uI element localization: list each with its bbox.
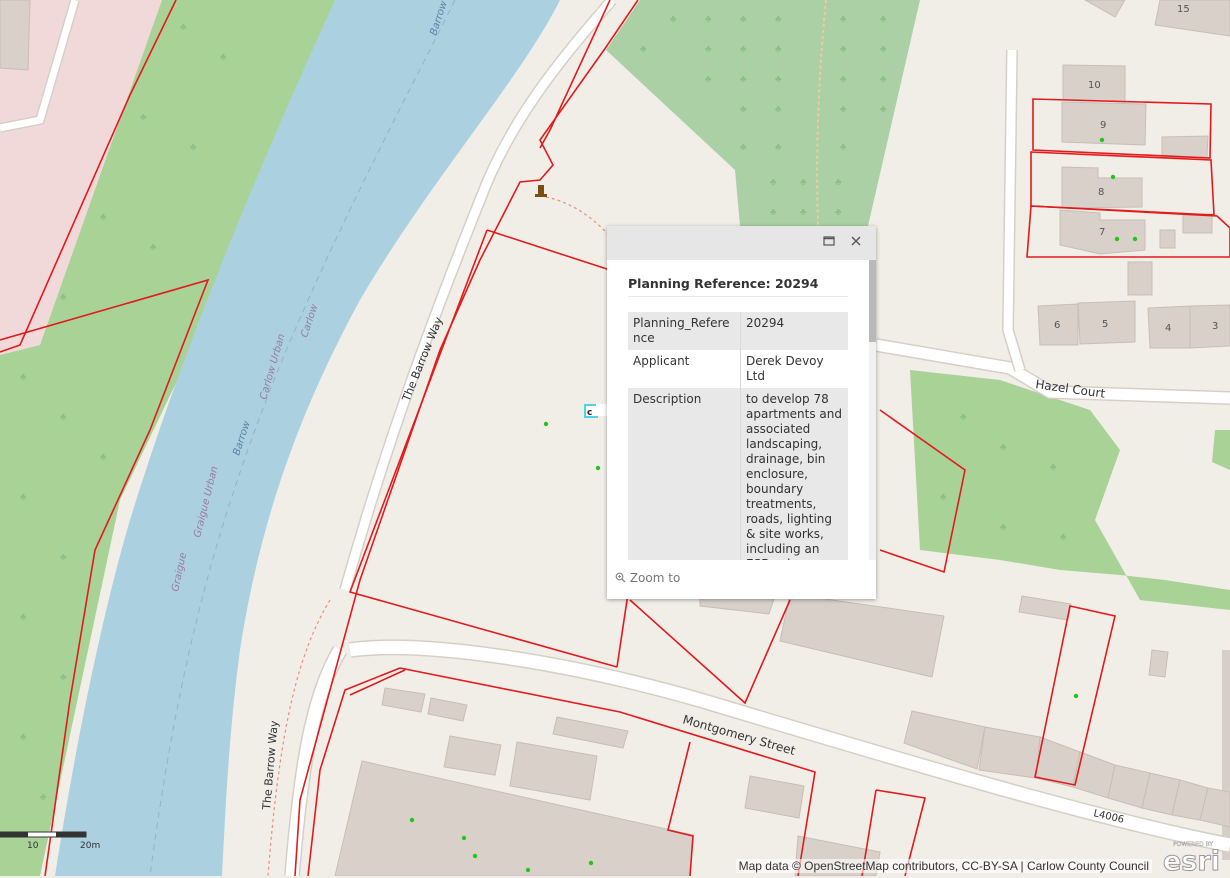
svg-text:♣: ♣ (880, 14, 887, 25)
svg-text:♣: ♣ (840, 74, 847, 85)
svg-text:♣: ♣ (40, 792, 47, 803)
svg-text:♣: ♣ (775, 104, 782, 115)
svg-text:♣: ♣ (840, 44, 847, 55)
popup-pointer (596, 404, 607, 416)
svg-text:♣: ♣ (960, 412, 967, 423)
svg-text:♣: ♣ (180, 22, 187, 33)
popup-footer: Zoom to (607, 561, 876, 599)
svg-text:♣: ♣ (670, 14, 677, 25)
svg-text:♣: ♣ (1060, 532, 1067, 543)
house-number-5: 5 (1102, 319, 1108, 330)
svg-text:♣: ♣ (150, 242, 157, 253)
esri-brand: esri (1163, 846, 1220, 873)
svg-text:♣: ♣ (940, 492, 947, 503)
svg-text:♣: ♣ (740, 14, 747, 25)
svg-text:♣: ♣ (20, 492, 27, 503)
attribute-row: Applicant Derek Devoy Ltd (628, 350, 848, 388)
svg-text:♣: ♣ (20, 732, 27, 743)
svg-text:♣: ♣ (880, 74, 887, 85)
maximize-icon[interactable] (821, 235, 837, 251)
svg-text:♣: ♣ (20, 372, 27, 383)
svg-text:♣: ♣ (60, 552, 67, 563)
svg-text:♣: ♣ (880, 44, 887, 55)
house-number-9: 9 (1100, 120, 1106, 131)
popup-scrollbar[interactable] (869, 260, 876, 560)
svg-text:♣: ♣ (100, 452, 107, 463)
svg-text:♣: ♣ (1000, 442, 1007, 453)
popup-title: Planning Reference: 20294 (628, 276, 819, 291)
popup-divider (628, 296, 848, 297)
svg-text:♣: ♣ (800, 177, 807, 188)
svg-text:♣: ♣ (20, 612, 27, 623)
svg-text:♣: ♣ (770, 207, 777, 218)
scale-label-20m: 20m (80, 841, 100, 851)
svg-text:♣: ♣ (800, 207, 807, 218)
svg-text:♣: ♣ (840, 142, 847, 153)
house-number-3: 3 (1212, 321, 1218, 332)
attribute-value: 20294 (740, 312, 848, 350)
svg-text:♣: ♣ (705, 74, 712, 85)
map-attribution: Map data © OpenStreetMap contributors, C… (735, 859, 1152, 873)
attribute-value: to develop 78 apartments and associated … (740, 388, 848, 560)
svg-text:♣: ♣ (1050, 462, 1057, 473)
popup-header (607, 226, 876, 260)
svg-text:c: c (587, 408, 592, 418)
svg-text:♣: ♣ (740, 74, 747, 85)
svg-text:♣: ♣ (740, 104, 747, 115)
zoom-to-label: Zoom to (629, 571, 681, 585)
close-icon[interactable] (848, 235, 864, 251)
svg-text:♣: ♣ (740, 44, 747, 55)
svg-text:♣: ♣ (190, 142, 197, 153)
house-number-4: 4 (1165, 323, 1171, 334)
svg-text:♣: ♣ (835, 207, 842, 218)
house-number-7: 7 (1099, 227, 1105, 238)
svg-text:♣: ♣ (840, 14, 847, 25)
house-number-10: 10 (1088, 80, 1101, 91)
popup-scroll-thumb[interactable] (869, 260, 876, 342)
svg-text:♣: ♣ (140, 112, 147, 123)
svg-text:♣: ♣ (775, 44, 782, 55)
svg-text:♣: ♣ (220, 52, 227, 63)
attribute-table: Planning_Reference 20294 Applicant Derek… (628, 312, 848, 560)
svg-text:♣: ♣ (775, 142, 782, 153)
svg-text:♣: ♣ (705, 44, 712, 55)
svg-text:♣: ♣ (770, 177, 777, 188)
house-number-6: 6 (1054, 320, 1060, 331)
svg-text:♣: ♣ (835, 177, 842, 188)
svg-text:♣: ♣ (840, 104, 847, 115)
attribute-row: Planning_Reference 20294 (628, 312, 848, 350)
svg-text:♣: ♣ (60, 412, 67, 423)
attribute-row: Description to develop 78 apartments and… (628, 388, 848, 560)
svg-text:♣: ♣ (775, 74, 782, 85)
svg-text:♣: ♣ (740, 142, 747, 153)
svg-text:♣: ♣ (1000, 522, 1007, 533)
scale-label-10: 10 (27, 841, 39, 851)
svg-text:♣: ♣ (880, 104, 887, 115)
house-number-15: 15 (1177, 4, 1190, 15)
svg-text:♣: ♣ (60, 672, 67, 683)
popup-content[interactable]: Planning Reference: 20294 Planning_Refer… (607, 260, 876, 560)
house-number-8: 8 (1098, 187, 1104, 198)
attribute-value: Derek Devoy Ltd (740, 350, 848, 388)
svg-text:♣: ♣ (100, 212, 107, 223)
zoom-icon (615, 572, 626, 583)
attribute-key: Planning_Reference (628, 312, 741, 350)
attribute-key: Description (628, 388, 741, 560)
attribute-key: Applicant (628, 350, 741, 388)
svg-text:♣: ♣ (775, 14, 782, 25)
svg-text:♣: ♣ (60, 292, 67, 303)
svg-text:♣: ♣ (705, 14, 712, 25)
esri-logo[interactable]: POWERED BY esri (1159, 839, 1227, 878)
svg-text:♣: ♣ (640, 44, 647, 55)
zoom-to-link[interactable]: Zoom to (615, 571, 680, 585)
feature-popup: Planning Reference: 20294 Planning_Refer… (607, 226, 876, 599)
